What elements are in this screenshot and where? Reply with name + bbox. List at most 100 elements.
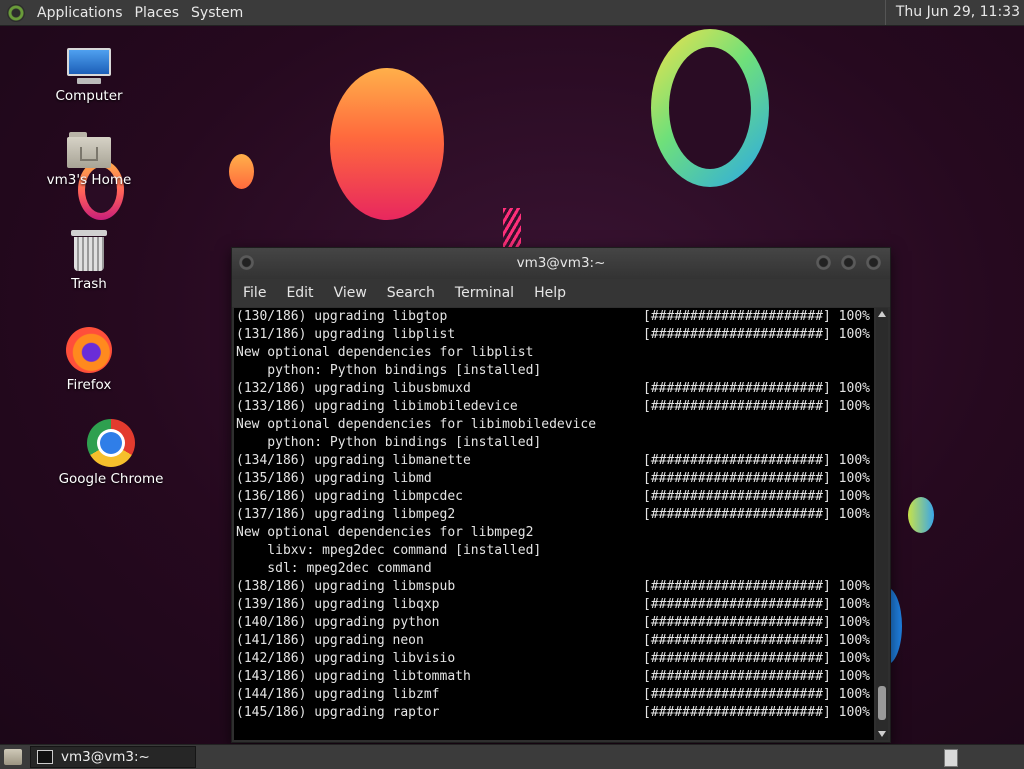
terminal-output[interactable]: (130/186) upgrading libgtop [############… <box>234 308 874 740</box>
desktop-icon-label: Google Chrome <box>58 471 164 487</box>
terminal-line: (138/186) upgrading libmspub [###########… <box>234 578 874 596</box>
terminal-line: (132/186) upgrading libusbmuxd [#########… <box>234 380 874 398</box>
show-desktop-icon[interactable] <box>4 749 22 765</box>
terminal-line-progress: [######################] 100% <box>643 579 870 594</box>
desktop-icon-label: Firefox <box>66 377 112 393</box>
menu-help[interactable]: Help <box>524 285 576 301</box>
taskbar-item-label: vm3@vm3:~ <box>61 749 150 765</box>
terminal-line-progress: [######################] 100% <box>643 489 870 504</box>
menu-terminal[interactable]: Terminal <box>445 285 524 301</box>
terminal-line-text: (136/186) upgrading libmpcdec <box>236 489 463 504</box>
terminal-line: (134/186) upgrading libmanette [#########… <box>234 452 874 470</box>
window-title: vm3@vm3:~ <box>516 255 606 271</box>
terminal-line-text: python: Python bindings [installed] <box>236 435 542 450</box>
distro-logo-icon[interactable] <box>7 3 25 22</box>
panel-clock[interactable]: Thu Jun 29, 11:33 <box>884 0 1020 25</box>
terminal-line-progress: [######################] 100% <box>643 309 870 324</box>
window-menu-icon[interactable] <box>239 255 254 270</box>
terminal-line-text: (134/186) upgrading libmanette <box>236 453 471 468</box>
terminal-line-text: (142/186) upgrading libvisio <box>236 651 456 666</box>
wallpaper-orange-shape <box>330 68 444 220</box>
terminal-line-text: (138/186) upgrading libmspub <box>236 579 456 594</box>
terminal-line: (139/186) upgrading libqxp [#############… <box>234 596 874 614</box>
terminal-line-progress: [######################] 100% <box>643 453 870 468</box>
terminal-line-progress: [######################] 100% <box>643 597 870 612</box>
workspace-switcher[interactable] <box>944 749 958 767</box>
terminal-line-text: New optional dependencies for libplist <box>236 345 534 360</box>
terminal-line: (140/186) upgrading python [#############… <box>234 614 874 632</box>
terminal-line: (144/186) upgrading libzmf [#############… <box>234 686 874 704</box>
desktop-icon-computer[interactable]: Computer <box>34 46 144 104</box>
terminal-line-progress: [######################] 100% <box>643 471 870 486</box>
desktop-icon-home[interactable]: vm3's Home <box>34 130 144 188</box>
terminal-line-text: New optional dependencies for libimobile… <box>236 417 597 432</box>
terminal-line-text: (131/186) upgrading libplist <box>236 327 456 342</box>
terminal-line: New optional dependencies for libimobile… <box>234 416 874 434</box>
scrollbar-thumb[interactable] <box>878 686 886 720</box>
terminal-window: vm3@vm3:~ File Edit View Search Terminal… <box>231 247 891 743</box>
terminal-line: libxv: mpeg2dec command [installed] <box>234 542 874 560</box>
terminal-line-progress: [######################] 100% <box>643 381 870 396</box>
terminal-line-text: (135/186) upgrading libmd <box>236 471 432 486</box>
terminal-line-progress: [######################] 100% <box>643 327 870 342</box>
bottom-panel: vm3@vm3:~ <box>0 744 1024 769</box>
maximize-icon[interactable] <box>841 255 856 270</box>
wallpaper-spike-shape <box>503 208 521 248</box>
window-titlebar[interactable]: vm3@vm3:~ <box>232 248 890 279</box>
desktop-icon-firefox[interactable]: Firefox <box>34 327 144 393</box>
menu-applications[interactable]: Applications <box>31 5 129 21</box>
top-panel: Applications Places System Thu Jun 29, 1… <box>0 0 1024 26</box>
terminal-line-text: libxv: mpeg2dec command [installed] <box>236 543 542 558</box>
minimize-icon[interactable] <box>816 255 831 270</box>
terminal-line-text: (144/186) upgrading libzmf <box>236 687 440 702</box>
terminal-line-text: (133/186) upgrading libimobiledevice <box>236 399 518 414</box>
terminal-line-text: (145/186) upgrading raptor <box>236 705 440 720</box>
terminal-line: (141/186) upgrading neon [###############… <box>234 632 874 650</box>
terminal-line: sdl: mpeg2dec command <box>234 560 874 578</box>
terminal-line: python: Python bindings [installed] <box>234 434 874 452</box>
terminal-line-text: (139/186) upgrading libqxp <box>236 597 440 612</box>
desktop-icon-label: vm3's Home <box>46 172 132 188</box>
terminal-icon <box>37 750 53 764</box>
menu-file[interactable]: File <box>232 285 276 301</box>
terminal-line-progress: [######################] 100% <box>643 615 870 630</box>
terminal-line-progress: [######################] 100% <box>643 399 870 414</box>
terminal-line: (135/186) upgrading libmd [##############… <box>234 470 874 488</box>
menu-search[interactable]: Search <box>377 285 445 301</box>
menu-view[interactable]: View <box>324 285 377 301</box>
terminal-line: (130/186) upgrading libgtop [############… <box>234 308 874 326</box>
scroll-up-icon[interactable] <box>878 311 886 317</box>
menu-places[interactable]: Places <box>129 5 186 21</box>
wallpaper-ring-shape <box>651 29 769 187</box>
close-icon[interactable] <box>866 255 881 270</box>
terminal-line: (142/186) upgrading libvisio [###########… <box>234 650 874 668</box>
terminal-line: New optional dependencies for libplist <box>234 344 874 362</box>
terminal-line-progress: [######################] 100% <box>643 687 870 702</box>
firefox-icon <box>66 327 112 373</box>
terminal-line: New optional dependencies for libmpeg2 <box>234 524 874 542</box>
terminal-line-text: (141/186) upgrading neon <box>236 633 424 648</box>
terminal-line-text: (132/186) upgrading libusbmuxd <box>236 381 471 396</box>
menu-system[interactable]: System <box>185 5 249 21</box>
terminal-line: python: Python bindings [installed] <box>234 362 874 380</box>
terminal-scrollbar[interactable] <box>876 308 888 740</box>
terminal-line-progress: [######################] 100% <box>643 633 870 648</box>
terminal-line-progress: [######################] 100% <box>643 651 870 666</box>
wallpaper-pill-shape <box>908 497 934 533</box>
terminal-line-text: sdl: mpeg2dec command <box>236 561 432 576</box>
desktop-icon-chrome[interactable]: Google Chrome <box>56 419 166 487</box>
home-folder-icon <box>67 130 111 168</box>
wallpaper-small-orange-shape <box>229 154 254 189</box>
taskbar-item-terminal[interactable]: vm3@vm3:~ <box>30 746 196 768</box>
terminal-line-text: New optional dependencies for libmpeg2 <box>236 525 534 540</box>
menu-edit[interactable]: Edit <box>276 285 323 301</box>
terminal-menubar: File Edit View Search Terminal Help <box>232 279 890 307</box>
terminal-line-progress: [######################] 100% <box>643 669 870 684</box>
terminal-line: (131/186) upgrading libplist [###########… <box>234 326 874 344</box>
scroll-down-icon[interactable] <box>878 731 886 737</box>
terminal-line-progress: [######################] 100% <box>643 507 870 522</box>
desktop-icon-trash[interactable]: Trash <box>34 230 144 292</box>
computer-icon <box>65 46 113 84</box>
terminal-line: (145/186) upgrading raptor [#############… <box>234 704 874 722</box>
terminal-line: (133/186) upgrading libimobiledevice [###… <box>234 398 874 416</box>
